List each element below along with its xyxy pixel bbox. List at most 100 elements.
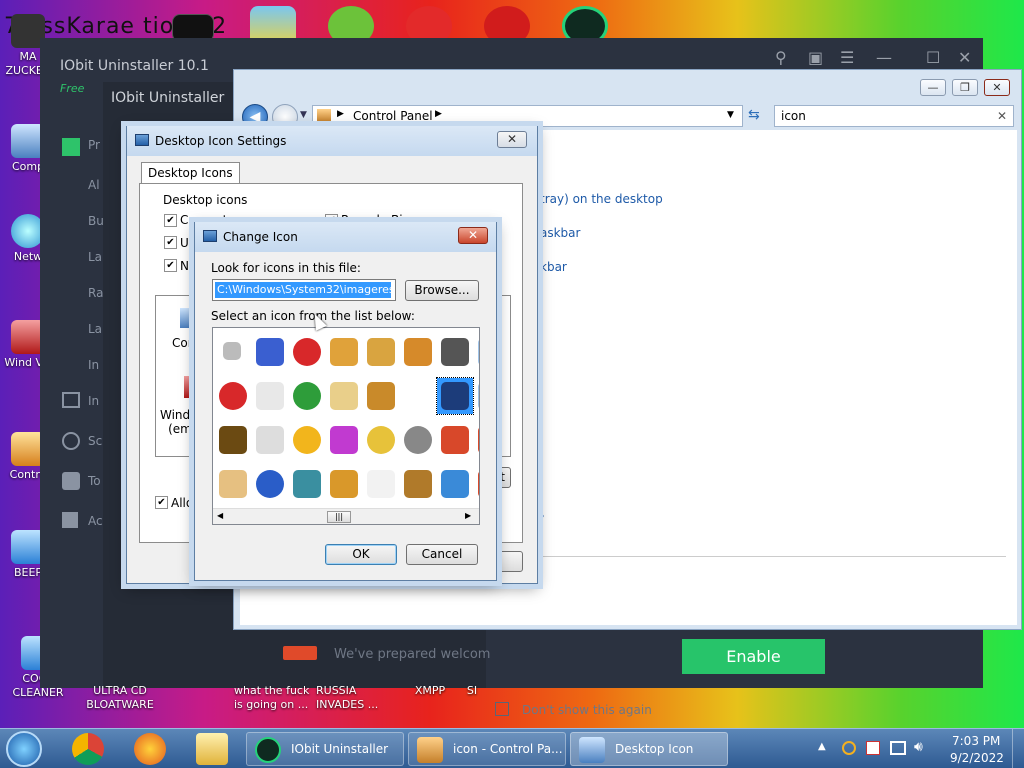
history-dropdown-icon[interactable]: ▼ [300, 110, 307, 120]
firefox-icon[interactable] [134, 733, 166, 765]
media-icon[interactable] [326, 422, 362, 458]
video-icon[interactable] [289, 466, 325, 502]
scroll-left-icon[interactable]: ◀ [217, 511, 223, 520]
change-icon-titlebar[interactable]: Change Icon ✕ [195, 222, 496, 252]
cp-minimize-button[interactable]: — [920, 79, 946, 96]
cp-maximize-button[interactable]: ❐ [952, 79, 978, 96]
dont-show-checkbox[interactable] [495, 702, 509, 716]
breadcrumb-separator-icon[interactable]: ▶ [337, 109, 344, 119]
shield-help-icon[interactable] [252, 466, 288, 502]
help-question-mark[interactable]: ? [538, 512, 544, 526]
explorer-folder-icon[interactable] [196, 733, 228, 765]
clock-time[interactable]: 7:03 PM [952, 734, 1000, 748]
iobit-sidebar: Pr Al Bu La Ra La In In Sc To Ac [60, 134, 104, 534]
ok-button[interactable]: OK [325, 544, 397, 565]
address-bar[interactable]: ▶ Control Panel ▶ ▼ [312, 105, 743, 127]
picture-icon[interactable] [474, 378, 479, 414]
folder-zip-icon[interactable] [363, 378, 399, 414]
breadcrumb-control-panel[interactable]: Control Panel [353, 109, 433, 123]
minimize-icon[interactable]: — [876, 48, 892, 67]
lock-folder-icon[interactable] [326, 466, 362, 502]
change-icon-close-button[interactable]: ✕ [458, 227, 488, 244]
allow-themes-checkbox[interactable]: ✔ [155, 496, 168, 509]
chrome-icon[interactable] [72, 733, 104, 765]
result-link-3[interactable]: kbar [540, 260, 567, 274]
change-icon-dialog[interactable]: Change Icon ✕ Look for icons in this fil… [194, 222, 497, 581]
address-dropdown-icon[interactable]: ▼ [727, 110, 734, 120]
font-icon[interactable] [437, 422, 473, 458]
result-link-2[interactable]: askbar [540, 226, 580, 240]
network-icon[interactable] [400, 422, 436, 458]
volume-icon[interactable]: 🔊︎ [914, 739, 923, 755]
folder-music-icon[interactable] [400, 334, 436, 370]
computer-checkbox[interactable]: ✔ [164, 214, 177, 227]
clock-date[interactable]: 9/2/2022 [950, 751, 1004, 765]
pin-icon[interactable]: ⚲ [775, 48, 787, 67]
shield-icon [62, 432, 80, 450]
monitor-icon[interactable] [252, 334, 288, 370]
shield-error-icon[interactable] [289, 334, 325, 370]
font-icon[interactable] [474, 422, 479, 458]
maximize-icon[interactable]: ☐ [926, 48, 940, 67]
desktop-icon-si[interactable]: SI [460, 684, 484, 698]
font-icon[interactable] [474, 466, 479, 502]
refresh-icon[interactable]: ⇆ [748, 107, 760, 123]
dvd-drive-icon[interactable] [437, 334, 473, 370]
show-hidden-icons[interactable]: ▲ [818, 741, 826, 752]
browse-button[interactable]: Browse... [405, 280, 479, 301]
breadcrumb-chevron-icon[interactable]: ▶ [435, 109, 442, 119]
desktop-icon-xmpp[interactable]: XMPP [402, 684, 458, 698]
settings-close-button[interactable]: ✕ [497, 131, 527, 148]
cp-close-button[interactable]: ✕ [984, 79, 1010, 96]
list-icon[interactable] [363, 466, 399, 502]
star-icon[interactable] [363, 422, 399, 458]
folder-user-icon[interactable] [436, 377, 474, 415]
settings-apply-button[interactable] [497, 551, 523, 572]
window-icon[interactable] [215, 466, 251, 502]
blank-icon[interactable] [400, 378, 436, 414]
desktop-icon-settings-titlebar[interactable]: Desktop Icon Settings ✕ [127, 126, 537, 156]
shield-help-icon-shape [256, 470, 284, 498]
document-icon[interactable] [252, 378, 288, 414]
picture-icon[interactable] [474, 334, 479, 370]
icon-list[interactable]: ◀ ||| ▶ [212, 327, 480, 525]
taskbar-item-control-panel[interactable]: icon - Control Pa... [408, 732, 566, 766]
folder-tools-icon[interactable] [363, 334, 399, 370]
horizontal-scrollbar[interactable]: ◀ ||| ▶ [213, 508, 479, 524]
file-path-input[interactable]: C:\Windows\System32\imageres.dll [212, 279, 396, 301]
user-files-checkbox[interactable]: ✔ [164, 236, 177, 249]
enable-button[interactable]: Enable [682, 639, 825, 674]
x-icon[interactable] [215, 334, 251, 370]
book-icon[interactable] [215, 422, 251, 458]
close-icon[interactable]: ✕ [958, 48, 971, 67]
programs-icon[interactable] [62, 138, 80, 156]
folder-arrow-icon[interactable] [326, 334, 362, 370]
desktop-icon-ultra-cd[interactable]: ULTRA CD BLOATWARE [82, 684, 158, 712]
desktop-icon-wtf[interactable]: what the fuck is going on ... [234, 684, 312, 712]
desktop-icon-russia[interactable]: RUSSIA INVADES ... [316, 684, 382, 712]
show-desktop-button[interactable] [1012, 729, 1024, 768]
action-center-icon[interactable] [866, 741, 880, 755]
error-icon[interactable] [215, 378, 251, 414]
tab-desktop-icons[interactable]: Desktop Icons [141, 162, 240, 184]
scroll-right-icon[interactable]: ▶ [465, 511, 471, 520]
search-tray-icon[interactable] [842, 741, 856, 755]
shield-check-icon[interactable] [289, 378, 325, 414]
gift-icon[interactable]: ▣ [808, 48, 823, 67]
scroll-thumb[interactable]: ||| [327, 511, 351, 523]
cancel-button[interactable]: Cancel [406, 544, 478, 565]
presentation-icon[interactable] [252, 422, 288, 458]
network-checkbox[interactable]: ✔ [164, 259, 177, 272]
certificate-icon[interactable] [326, 378, 362, 414]
clear-search-icon[interactable]: ✕ [997, 109, 1007, 123]
search-input[interactable]: icon ✕ [774, 105, 1014, 127]
start-button[interactable] [6, 731, 42, 767]
film-icon[interactable] [400, 466, 436, 502]
font-blue-icon[interactable] [437, 466, 473, 502]
network-tray-icon[interactable] [890, 741, 906, 755]
taskbar-item-iobit[interactable]: IObit Uninstaller [246, 732, 404, 766]
menu-icon[interactable]: ☰ [840, 48, 854, 67]
shield-warning-icon[interactable] [289, 422, 325, 458]
taskbar-item-desktop-icon-settings[interactable]: Desktop Icon Setti... [570, 732, 728, 766]
result-link-1[interactable]: tray) on the desktop [540, 192, 663, 206]
